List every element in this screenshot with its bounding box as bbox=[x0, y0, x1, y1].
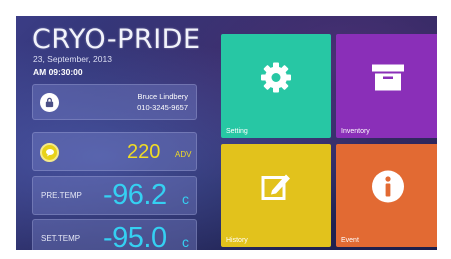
event-tile-label: Event bbox=[341, 237, 359, 244]
inventory-tile[interactable]: Inventory bbox=[336, 34, 437, 138]
lock-icon bbox=[40, 93, 59, 112]
set-temp-unit: c bbox=[182, 234, 189, 250]
main-screen: CRYO-PRIDE 23, September, 2013 AM 09:30:… bbox=[16, 16, 437, 250]
event-tile[interactable]: Event bbox=[336, 144, 437, 247]
user-phone: 010-3245-9657 bbox=[137, 103, 188, 112]
inventory-tile-label: Inventory bbox=[341, 128, 370, 135]
current-time: AM 09:30:00 bbox=[33, 67, 83, 77]
level-unit: ADV bbox=[175, 150, 192, 159]
pre-temp-value: -96.2 bbox=[103, 179, 167, 211]
archive-box-icon bbox=[371, 62, 405, 97]
pre-temp-panel: PRE.TEMP -96.2 c bbox=[32, 176, 197, 215]
chat-bubble-icon bbox=[40, 143, 59, 162]
set-temp-panel[interactable]: SET.TEMP -95.0 c bbox=[32, 219, 197, 250]
level-panel: 220 ADV bbox=[32, 132, 197, 171]
level-value: 220 bbox=[127, 141, 161, 163]
current-date: 23, September, 2013 bbox=[33, 54, 112, 64]
brand-title: CRYO-PRIDE bbox=[32, 24, 201, 55]
info-icon bbox=[371, 170, 405, 209]
set-temp-value: -95.0 bbox=[103, 222, 167, 250]
pre-temp-unit: c bbox=[182, 191, 189, 207]
history-tile[interactable]: History bbox=[221, 144, 331, 247]
gear-icon bbox=[259, 60, 293, 99]
setting-tile[interactable]: Setting bbox=[221, 34, 331, 138]
set-temp-label: SET.TEMP bbox=[41, 234, 81, 243]
user-info-panel[interactable]: Bruce Lindbery 010-3245-9657 bbox=[32, 84, 197, 120]
setting-tile-label: Setting bbox=[226, 128, 248, 135]
device-frame: CRYO-PRIDE 23, September, 2013 AM 09:30:… bbox=[7, 7, 444, 252]
edit-icon bbox=[260, 171, 292, 208]
history-tile-label: History bbox=[226, 237, 248, 244]
pre-temp-label: PRE.TEMP bbox=[41, 191, 82, 200]
user-name: Bruce Lindbery bbox=[137, 92, 188, 101]
